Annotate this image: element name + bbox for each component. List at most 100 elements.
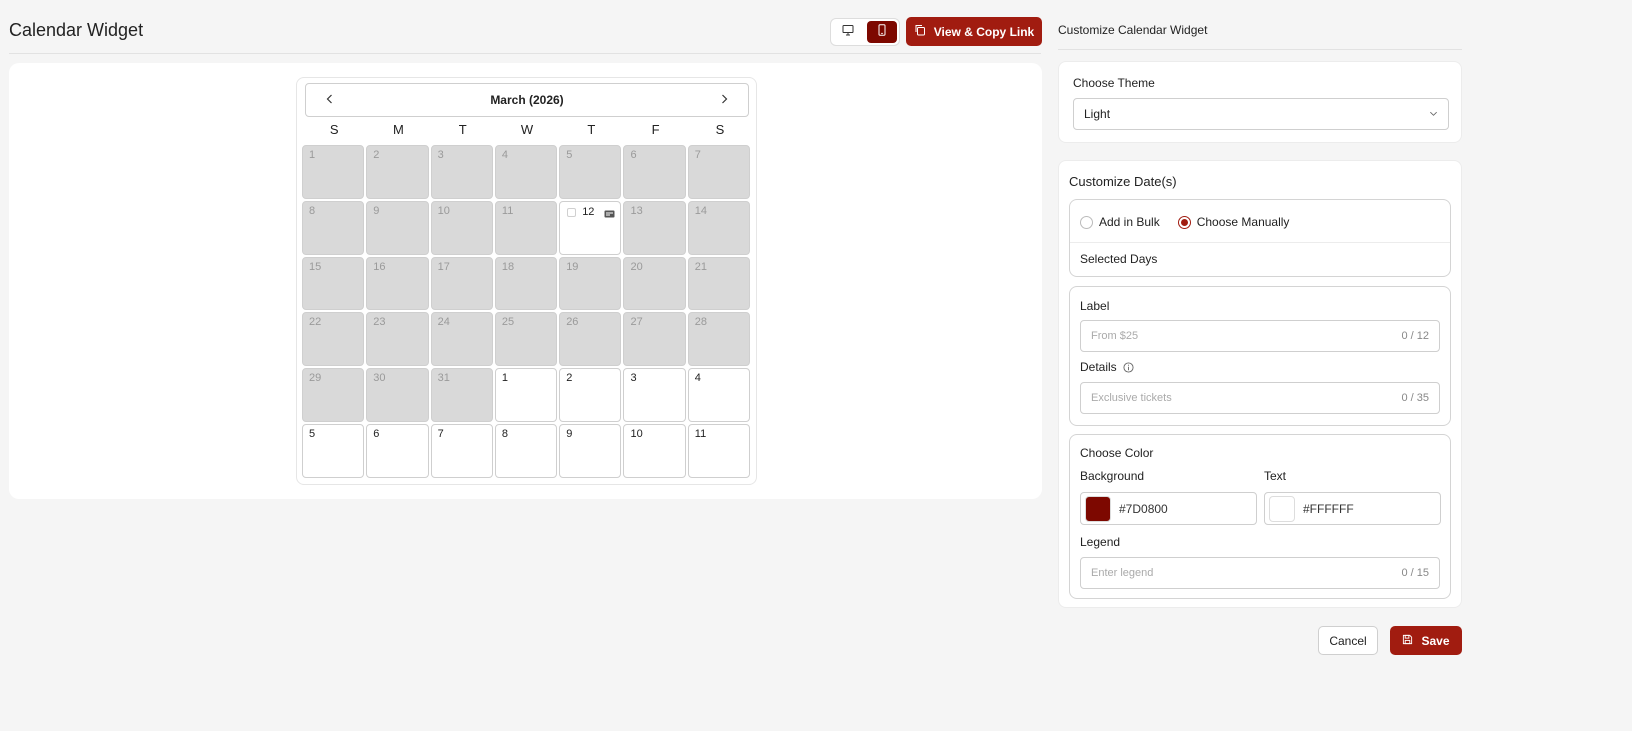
day-number: 3 bbox=[437, 149, 444, 161]
label-field-label: Label bbox=[1080, 299, 1109, 313]
day-cell[interactable]: 7 bbox=[687, 145, 751, 199]
day-number: 13 bbox=[630, 204, 643, 217]
background-color-swatch[interactable] bbox=[1085, 495, 1111, 522]
day-number: 6 bbox=[373, 427, 380, 440]
theme-select[interactable]: Light bbox=[1073, 98, 1449, 130]
day-cell[interactable]: 8 bbox=[302, 200, 365, 255]
day-cell[interactable]: 11 bbox=[494, 200, 558, 255]
choose-manually-radio[interactable] bbox=[1177, 215, 1191, 229]
background-color-input[interactable]: #7D0800 bbox=[1080, 492, 1257, 525]
day-cell[interactable]: 1 bbox=[494, 368, 558, 422]
mobile-view-button[interactable] bbox=[867, 21, 897, 43]
day-cell[interactable]: 24 bbox=[430, 312, 493, 367]
day-cell[interactable]: 9 bbox=[366, 200, 429, 255]
label-counter: 0 / 12 bbox=[1401, 330, 1429, 342]
day-number: 18 bbox=[501, 260, 515, 273]
add-in-bulk-radio[interactable] bbox=[1080, 215, 1093, 229]
day-number: 29 bbox=[309, 372, 322, 385]
day-cell[interactable]: 2 bbox=[559, 368, 622, 422]
day-cell[interactable]: 21 bbox=[687, 256, 751, 311]
day-cell[interactable]: 22 bbox=[302, 312, 365, 367]
day-cell[interactable]: 27 bbox=[623, 312, 686, 367]
mobile-icon bbox=[876, 23, 888, 41]
weekday-label: T bbox=[587, 122, 596, 137]
prev-month-button[interactable] bbox=[322, 92, 338, 108]
day-cell[interactable]: 23 bbox=[366, 312, 429, 367]
day-cell[interactable]: 29 bbox=[302, 368, 365, 422]
day-cell[interactable]: 9 bbox=[559, 423, 622, 478]
view-copy-link-button[interactable]: View & Copy Link bbox=[906, 17, 1042, 46]
background-color-label: Background bbox=[1080, 469, 1144, 483]
day-cell[interactable]: 30 bbox=[366, 368, 429, 422]
day-cell[interactable]: 26 bbox=[559, 312, 622, 367]
weekday-label: T bbox=[458, 122, 467, 137]
day-cell[interactable]: 8 bbox=[494, 423, 558, 478]
day-number: 10 bbox=[437, 204, 450, 217]
legend-input[interactable]: Enter legend 0 / 15 bbox=[1080, 557, 1440, 589]
day-number: 3 bbox=[630, 372, 637, 385]
day-number: 11 bbox=[501, 204, 514, 217]
day-number: 4 bbox=[694, 372, 701, 385]
day-cell[interactable]: 20 bbox=[623, 256, 686, 311]
customize-dates-card: Customize Date(s) Add in Bulk Choose Man… bbox=[1058, 160, 1462, 608]
day-cell[interactable]: 3 bbox=[430, 145, 493, 199]
day-cell[interactable]: 10 bbox=[430, 200, 493, 255]
details-field-text: Details bbox=[1080, 360, 1117, 374]
day-cell[interactable]: 10 bbox=[623, 423, 686, 478]
day-checkbox[interactable] bbox=[567, 207, 577, 217]
day-cell[interactable]: 6 bbox=[623, 145, 686, 199]
day-cell[interactable]: 2 bbox=[366, 145, 429, 199]
day-cell[interactable]: 16 bbox=[366, 256, 429, 311]
day-cell[interactable]: 11 bbox=[687, 423, 751, 478]
day-cell[interactable]: 6 bbox=[366, 423, 429, 478]
details-input[interactable]: Exclusive tickets 0 / 35 bbox=[1080, 382, 1440, 414]
day-number: 10 bbox=[630, 427, 643, 440]
selected-days-label: Selected Days bbox=[1080, 252, 1158, 266]
selected-day-cell[interactable]: 12 bbox=[559, 200, 622, 255]
day-number: 28 bbox=[694, 316, 708, 329]
day-cell[interactable]: 18 bbox=[494, 256, 558, 311]
save-icon bbox=[1402, 634, 1413, 648]
day-cell[interactable]: 28 bbox=[687, 312, 751, 367]
day-cell[interactable]: 7 bbox=[430, 423, 493, 478]
day-number: 20 bbox=[630, 260, 643, 273]
label-input[interactable]: From $25 0 / 12 bbox=[1080, 320, 1440, 352]
day-cell[interactable]: 25 bbox=[494, 312, 558, 367]
day-number: 12 bbox=[582, 205, 595, 218]
day-number: 14 bbox=[694, 204, 708, 217]
legend-placeholder: Enter legend bbox=[1091, 567, 1154, 579]
day-cell[interactable]: 4 bbox=[494, 145, 558, 199]
day-number: 23 bbox=[373, 316, 386, 329]
day-cell[interactable]: 5 bbox=[302, 423, 365, 478]
days-grid: 1 2 3 4 5 6 7 8 9 10 11 12 13 14 15 16 17 18 19 20 21 22 23 24 2… bbox=[302, 145, 752, 478]
day-number: 7 bbox=[694, 149, 701, 161]
day-cell[interactable]: 3 bbox=[623, 368, 686, 422]
day-cell[interactable]: 5 bbox=[559, 145, 622, 199]
day-number: 2 bbox=[373, 149, 380, 161]
panel-divider bbox=[1058, 49, 1462, 50]
day-cell[interactable]: 13 bbox=[623, 200, 686, 255]
day-cell[interactable]: 1 bbox=[302, 145, 365, 199]
save-button[interactable]: Save bbox=[1390, 626, 1462, 655]
day-cell[interactable]: 17 bbox=[430, 256, 493, 311]
day-cell[interactable]: 31 bbox=[430, 368, 493, 422]
choose-color-title: Choose Color bbox=[1080, 446, 1153, 460]
day-cell[interactable]: 14 bbox=[687, 200, 751, 255]
text-color-input[interactable]: #FFFFFF bbox=[1264, 492, 1441, 525]
panel-title: Customize Calendar Widget bbox=[1058, 23, 1208, 37]
weekday-row: S M T W T F S bbox=[302, 122, 752, 137]
view-toggle bbox=[830, 18, 900, 46]
label-field-text: Label bbox=[1080, 299, 1110, 313]
legend-label-text: Legend bbox=[1080, 535, 1121, 549]
next-month-button[interactable] bbox=[716, 92, 732, 108]
day-cell[interactable]: 4 bbox=[687, 368, 751, 422]
cancel-button[interactable]: Cancel bbox=[1318, 626, 1378, 655]
day-cell[interactable]: 19 bbox=[559, 256, 622, 311]
day-cell[interactable]: 15 bbox=[302, 256, 365, 311]
info-icon[interactable] bbox=[1123, 361, 1134, 373]
choose-color-box: Choose Color Background Text #7D0800 #FF… bbox=[1069, 434, 1451, 599]
desktop-view-button[interactable] bbox=[833, 21, 863, 43]
copy-icon bbox=[914, 24, 926, 39]
text-color-swatch[interactable] bbox=[1269, 495, 1295, 522]
chevron-left-icon bbox=[325, 91, 335, 109]
